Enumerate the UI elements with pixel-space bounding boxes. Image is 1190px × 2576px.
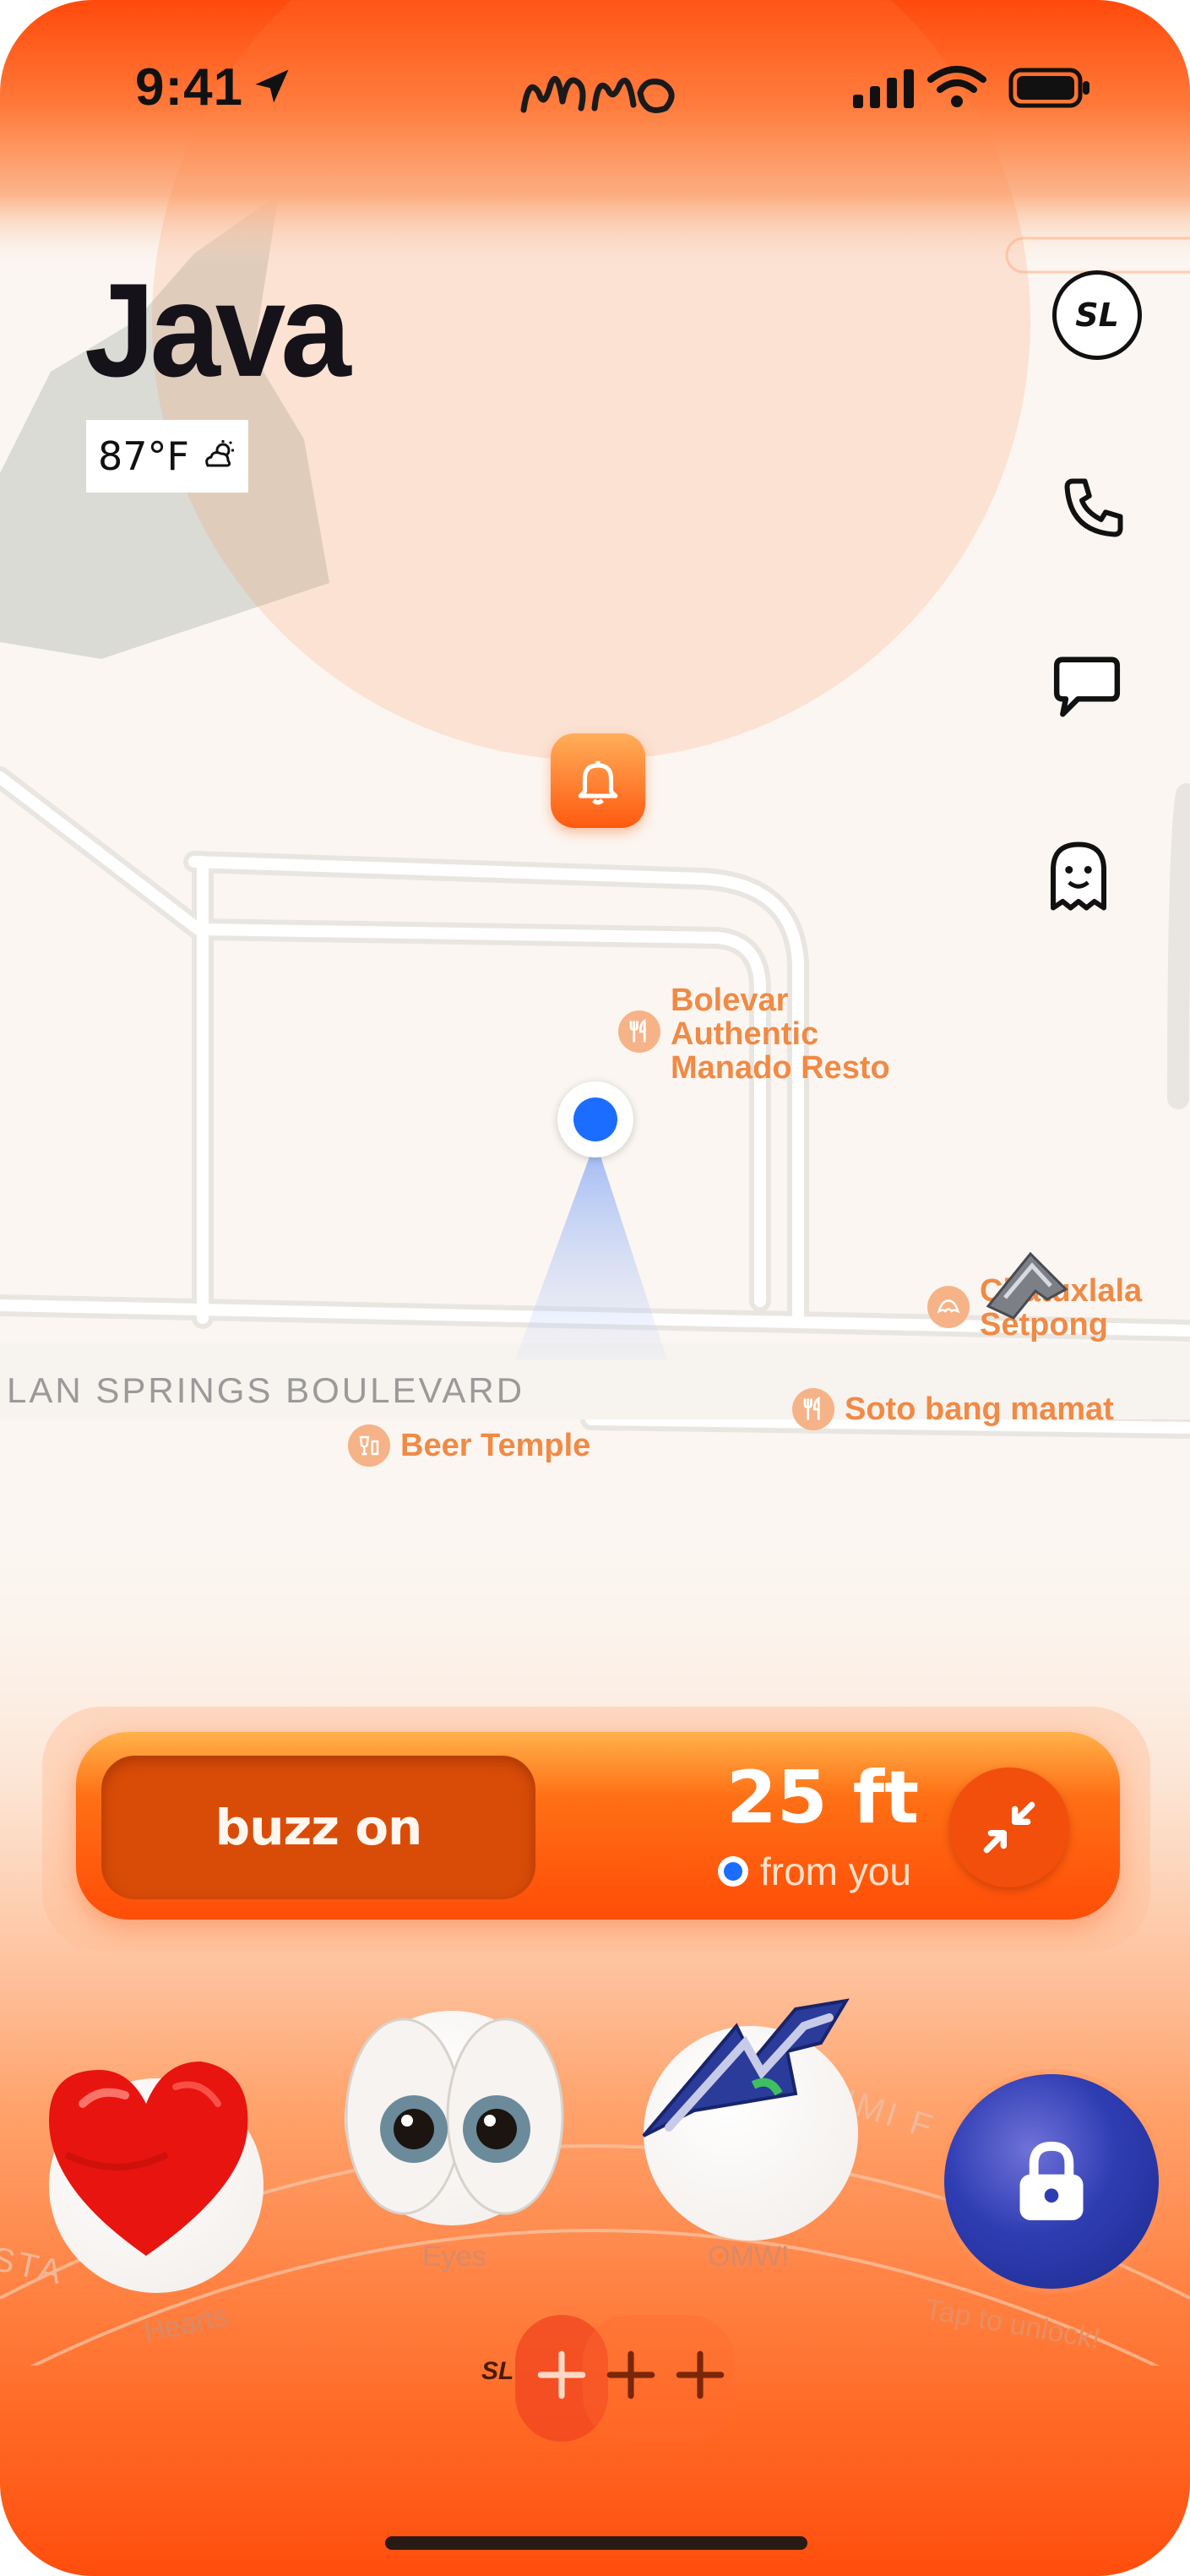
poi-label: Bolevar Authentic Manado Resto [671,983,890,1086]
amo-logo [513,59,682,131]
buzz-toggle[interactable]: buzz on [101,1756,535,1899]
add-button-3[interactable] [672,2347,728,2407]
plus-icon [537,2350,586,2399]
weather-temp: 87°F [98,433,189,479]
reaction-hearts[interactable] [49,2061,264,2293]
sticker-decoration [980,1247,1073,1327]
chat-icon [1053,656,1121,717]
restaurant-icon [618,1010,660,1053]
poi-label: Beer Temple [400,1428,591,1463]
add-friends-row: SL [473,2315,752,2442]
home-indicator [385,2536,807,2550]
add-button-2[interactable] [603,2347,659,2407]
add-button-1[interactable] [534,2347,590,2407]
eyes-icon [345,2018,564,2215]
bell-icon [578,760,618,805]
avatar-initials: SL [1075,297,1119,334]
lock-icon [1019,2141,1084,2220]
chat-button[interactable] [1041,640,1133,733]
reaction-label-eyes: Eyes [422,2241,486,2273]
poi-beer-temple[interactable]: Beer Temple [348,1424,590,1467]
bakery-icon [927,1286,970,1328]
location-dot-icon [718,1856,748,1887]
plus-icon [676,2350,725,2399]
weather-badge: 87°F [86,420,248,493]
bottom-initials: SL [481,2357,514,2385]
cellular-signal-icon [851,68,916,114]
avatar: SL [1052,270,1142,360]
call-button[interactable] [1047,461,1140,554]
reaction-eyes[interactable] [345,2011,564,2225]
map-alert-pin[interactable] [551,733,645,828]
battery-icon [1008,68,1091,112]
distance-value: 25 ft [726,1756,920,1840]
location-title: Java [84,255,351,405]
poi-label: Soto bang mamat [845,1391,1114,1427]
collapse-button[interactable] [949,1767,1069,1887]
partly-cloudy-icon [203,439,236,473]
reaction-label-omw: OMW! [708,2241,790,2273]
distance-subtitle: from you [718,1849,911,1894]
profile-button[interactable]: SL [1051,269,1144,362]
restaurant-icon [792,1388,834,1430]
location-arrow-icon [250,64,294,112]
status-time: 9:41 [135,58,244,117]
drink-icon [348,1424,390,1467]
distance-sub-label: from you [760,1849,911,1893]
buzz-toggle-label: buzz on [215,1799,423,1856]
wifi-icon [927,64,986,114]
plus-icon [606,2350,655,2399]
reaction-omw[interactable] [642,1998,858,2241]
ghost-button[interactable] [1032,830,1125,923]
unlock-button[interactable] [944,2074,1159,2289]
phone-icon [1064,478,1123,537]
street-name-label: LAN SPRINGS BOULEVARD [7,1370,525,1410]
poi-bolevar[interactable]: Bolevar Authentic Manado Resto [618,983,890,1085]
current-location-dot [557,1081,633,1157]
heart-icon [49,2061,248,2256]
poi-soto[interactable]: Soto bang mamat [792,1388,1114,1430]
arrow-icon [642,1998,850,2138]
ghost-icon [1051,841,1106,911]
app-screen: 9:41 Java 87°F SL Bolevar Authentic Mana… [0,0,1190,2576]
collapse-arrows-icon [983,1801,1035,1854]
